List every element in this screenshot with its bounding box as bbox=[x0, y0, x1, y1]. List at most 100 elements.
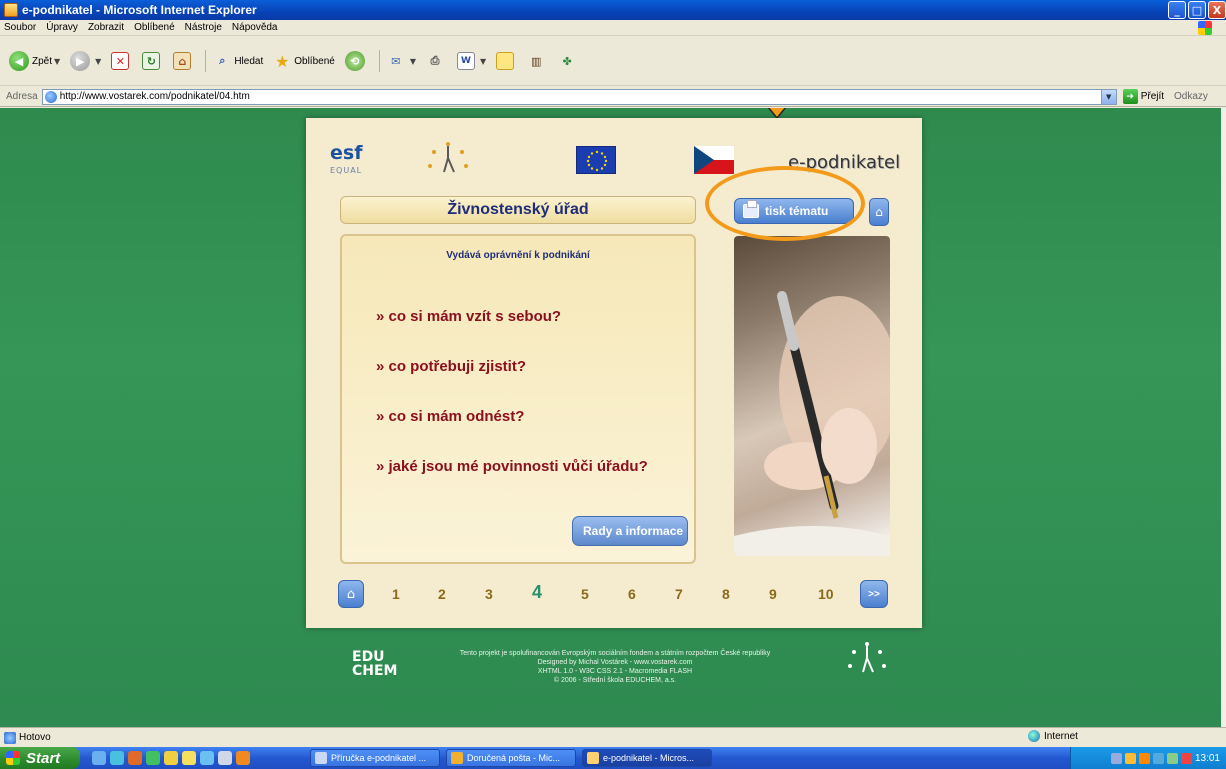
books-icon: ▥ bbox=[530, 54, 542, 68]
quick-launch-app-icon[interactable] bbox=[146, 751, 160, 765]
taskbar: Start Příručka e-podnikatel ... Doručená… bbox=[0, 747, 1226, 769]
discuss-button[interactable] bbox=[493, 47, 520, 75]
stop-button[interactable]: ✕ bbox=[108, 47, 135, 75]
page-link-4-current[interactable]: 4 bbox=[532, 582, 542, 603]
quick-launch-office-icon[interactable] bbox=[128, 751, 142, 765]
quick-launch-app-icon[interactable] bbox=[236, 751, 250, 765]
close-button[interactable]: X bbox=[1208, 1, 1226, 19]
page-link-2[interactable]: 2 bbox=[438, 586, 446, 602]
delta-logo-icon bbox=[428, 142, 468, 173]
toolbar-divider bbox=[205, 50, 207, 72]
home-button[interactable]: ⌂ bbox=[170, 47, 197, 75]
question-link-what-to-find-out[interactable]: » co potřebuji zjistit? bbox=[376, 358, 526, 375]
security-zone: Internet bbox=[1028, 730, 1078, 742]
menu-favorites[interactable]: Oblíbené bbox=[134, 22, 175, 33]
tray-icon[interactable] bbox=[1166, 752, 1178, 764]
minimize-button[interactable]: _ bbox=[1168, 1, 1186, 19]
history-button[interactable]: ⟲ bbox=[342, 47, 371, 75]
tray-icon[interactable] bbox=[1180, 752, 1192, 764]
quick-launch-app-icon[interactable] bbox=[200, 751, 214, 765]
window-controls: _ □ X bbox=[1168, 1, 1226, 19]
tray-icon[interactable] bbox=[1110, 752, 1122, 764]
status-bar: Hotovo Internet bbox=[0, 727, 1226, 747]
page-link-5[interactable]: 5 bbox=[581, 586, 589, 602]
toolbar-divider bbox=[378, 50, 380, 72]
back-button[interactable]: ◀ Zpět ▼ bbox=[6, 47, 63, 75]
task-label: Příručka e-podnikatel ... bbox=[331, 753, 427, 763]
quick-launch-app-icon[interactable] bbox=[164, 751, 178, 765]
question-link-obligations[interactable]: » jaké jsou mé povinnosti vůči úřadu? bbox=[376, 458, 648, 475]
taskbar-item-prirucka[interactable]: Příručka e-podnikatel ... bbox=[310, 749, 440, 767]
menu-help[interactable]: Nápověda bbox=[232, 22, 278, 33]
footer-line: XHTML 1.0 - W3C CSS 2.1 - Macromedia FLA… bbox=[537, 668, 693, 675]
quick-launch-star-icon[interactable] bbox=[182, 751, 196, 765]
mail-button[interactable]: ✉ ▼ bbox=[384, 47, 419, 75]
menu-tools[interactable]: Nástroje bbox=[185, 22, 222, 33]
advice-button[interactable]: Rady a informace bbox=[572, 516, 688, 546]
page-link-9[interactable]: 9 bbox=[769, 586, 777, 602]
dropdown-arrow-icon: ▼ bbox=[409, 56, 416, 66]
page-link-6[interactable]: 6 bbox=[628, 586, 636, 602]
educhem-logo: EDU CHEM bbox=[326, 650, 398, 678]
ie-page-icon bbox=[587, 752, 599, 764]
tray-icon[interactable] bbox=[1124, 752, 1136, 764]
page-link-1[interactable]: 1 bbox=[392, 586, 400, 602]
favorites-label: Oblíbené bbox=[294, 55, 335, 67]
quick-launch-app-icon[interactable] bbox=[218, 751, 232, 765]
tray-icon[interactable] bbox=[1152, 752, 1164, 764]
eu-flag bbox=[576, 146, 616, 174]
history-icon: ⟲ bbox=[344, 51, 365, 71]
edit-button[interactable]: W ▼ bbox=[454, 47, 489, 75]
quick-launch-app-icon[interactable] bbox=[110, 751, 124, 765]
links-button[interactable]: Odkazy bbox=[1174, 91, 1208, 102]
start-button[interactable]: Start bbox=[0, 747, 80, 769]
tray-icon[interactable] bbox=[1138, 752, 1150, 764]
refresh-button[interactable]: ↻ bbox=[139, 47, 166, 75]
taskbar-item-browser[interactable]: e-podnikatel - Micros... bbox=[582, 749, 712, 767]
educhem-logo-line2: CHEM bbox=[352, 663, 398, 679]
page-viewport: esf EQUAL e-podnikatel Živnostenský úřad… bbox=[0, 108, 1226, 727]
clock[interactable]: 13:01 bbox=[1195, 753, 1220, 764]
print-toolbar-button[interactable]: ⎙ bbox=[423, 47, 450, 75]
url-input[interactable]: http://www.vostarek.com/podnikatel/04.ht… bbox=[41, 88, 1117, 105]
dropdown-arrow-icon: ▼ bbox=[95, 56, 102, 66]
search-button[interactable]: ⌕ Hledat bbox=[210, 47, 266, 75]
research-button[interactable]: ▥ bbox=[524, 47, 551, 75]
annotation-highlight-circle bbox=[705, 166, 865, 241]
home-page-button[interactable]: ⌂ bbox=[869, 198, 889, 226]
start-label: Start bbox=[26, 749, 61, 767]
panel-subtitle: Vydává oprávnění k podnikání bbox=[446, 250, 590, 261]
home-icon: ⌂ bbox=[875, 205, 883, 219]
vertical-scrollbar[interactable] bbox=[1221, 108, 1226, 727]
browser-toolbar: ◀ Zpět ▼ ▶ ▼ ✕ ↻ ⌂ ⌕ Hledat ★ Oblíbené ⟲… bbox=[0, 37, 1226, 86]
menu-file[interactable]: Soubor bbox=[4, 22, 36, 33]
forward-button[interactable]: ▶ ▼ bbox=[67, 47, 104, 75]
question-link-what-to-bring[interactable]: » co si mám vzít s sebou? bbox=[376, 308, 561, 325]
maximize-button[interactable]: □ bbox=[1188, 1, 1206, 19]
task-label: Doručená pošta - Mic... bbox=[467, 753, 561, 763]
equal-logo-text: EQUAL bbox=[330, 166, 363, 175]
taskbar-item-mail[interactable]: Doručená pošta - Mic... bbox=[446, 749, 576, 767]
menu-edit[interactable]: Úpravy bbox=[46, 22, 78, 33]
next-page-button[interactable]: >> bbox=[860, 580, 888, 608]
window-titlebar[interactable]: e-podnikatel - Microsoft Internet Explor… bbox=[0, 0, 1226, 20]
chevron-down-icon[interactable]: ▼ bbox=[1100, 89, 1116, 104]
menu-view[interactable]: Zobrazit bbox=[88, 22, 124, 33]
messenger-button[interactable]: ✤ bbox=[555, 47, 582, 75]
page-link-8[interactable]: 8 bbox=[722, 586, 730, 602]
quick-launch-ie-icon[interactable] bbox=[92, 751, 106, 765]
page-link-10[interactable]: 10 bbox=[818, 586, 834, 602]
url-text: http://www.vostarek.com/podnikatel/04.ht… bbox=[59, 91, 250, 102]
refresh-icon: ↻ bbox=[142, 52, 161, 70]
zone-label: Internet bbox=[1044, 730, 1078, 742]
go-button[interactable]: ➔ Přejít bbox=[1122, 89, 1164, 104]
quick-launch bbox=[92, 751, 250, 765]
folder-icon bbox=[496, 52, 515, 70]
page-link-7[interactable]: 7 bbox=[675, 586, 683, 602]
pager-home-button[interactable]: ⌂ bbox=[338, 580, 364, 608]
question-link-what-to-take-away[interactable]: » co si mám odnést? bbox=[376, 408, 524, 425]
topic-panel: Vydává oprávnění k podnikání » co si mám… bbox=[340, 234, 696, 564]
page-link-3[interactable]: 3 bbox=[485, 586, 493, 602]
windows-flag-icon bbox=[6, 751, 20, 765]
favorites-button[interactable]: ★ Oblíbené bbox=[270, 47, 338, 75]
